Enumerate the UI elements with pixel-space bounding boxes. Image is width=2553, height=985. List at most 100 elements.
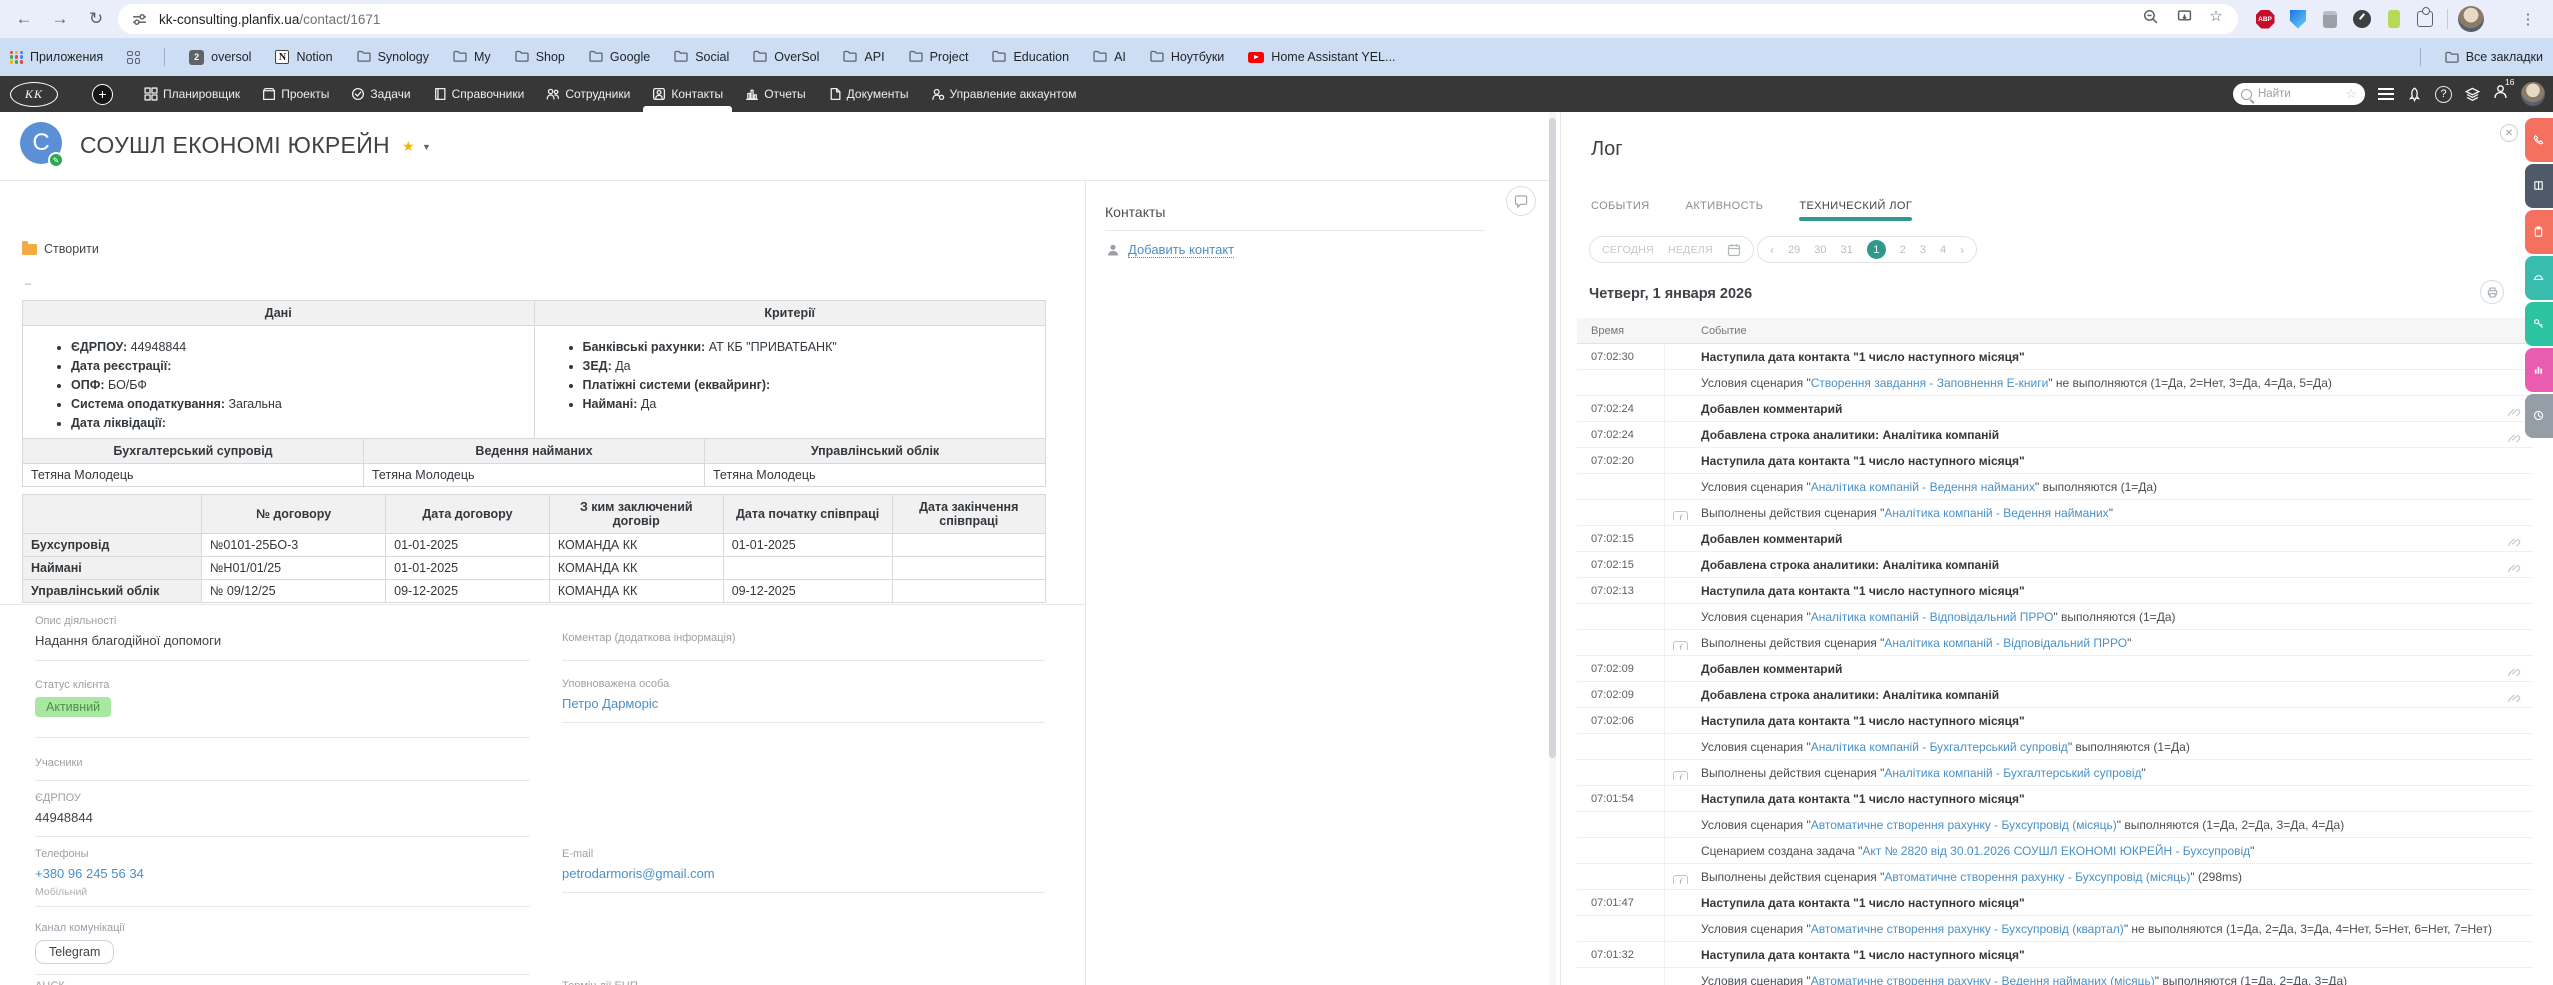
contracts-cell[interactable]: 09-12-2025 xyxy=(722,579,893,603)
bookmark-item-education[interactable]: Education xyxy=(992,50,1069,65)
rocket-icon[interactable] xyxy=(2407,86,2422,102)
log-link[interactable]: Автоматичне створення рахунку - Бухсупро… xyxy=(1884,870,2190,884)
bookmark-item-social[interactable]: Social xyxy=(674,50,729,65)
extension-green-icon[interactable] xyxy=(2381,6,2407,32)
log-link[interactable]: Створення завдання - Заповнення Е-книги xyxy=(1811,376,2049,390)
bookmark-star-icon[interactable]: ☆ xyxy=(2206,6,2226,26)
log-link[interactable]: Аналітика компаній - Ведення найманих xyxy=(1884,506,2108,520)
nav-item-projects[interactable]: Проекты xyxy=(251,76,340,112)
rail-helmet-tab[interactable] xyxy=(2525,256,2553,300)
nav-item-planner[interactable]: Планировщик xyxy=(133,76,251,112)
nav-item-book[interactable]: Справочники xyxy=(422,76,536,112)
contracts-cell[interactable]: 01-01-2025 xyxy=(722,533,893,557)
print-button[interactable] xyxy=(2480,280,2504,304)
bookmark-item-shop[interactable]: Shop xyxy=(515,50,565,65)
refresh-icon[interactable]: ↻ xyxy=(84,7,108,31)
filter-week[interactable]: НЕДЕЛЯ xyxy=(1668,244,1713,256)
extension-adblock-icon[interactable]: ABP xyxy=(2252,6,2278,32)
nav-item-account[interactable]: Управление аккаунтом xyxy=(920,76,1088,112)
contracts-cell[interactable] xyxy=(722,556,893,580)
title-dropdown-caret-icon[interactable]: ▼ xyxy=(422,142,431,152)
contracts-cell[interactable]: КОМАНДА КК xyxy=(548,533,724,557)
contracts-cell[interactable]: Управлінський облік xyxy=(21,579,203,603)
contracts-cell[interactable]: № 09/12/25 xyxy=(201,579,387,603)
bookmark-item-api[interactable]: API xyxy=(843,50,885,65)
filter-today[interactable]: СЕГОДНЯ xyxy=(1602,244,1654,256)
log-tab-1[interactable]: СОБЫТИЯ xyxy=(1591,200,1650,221)
url-text[interactable]: kk-consulting.planfix.ua/contact/1671 xyxy=(159,12,380,27)
site-settings-icon[interactable] xyxy=(132,12,147,27)
bookmark-item-oversol[interactable]: OverSol xyxy=(753,50,819,65)
search-star-icon[interactable]: ☆ xyxy=(2345,86,2357,102)
log-link[interactable]: Автоматичне створення рахунку - Бухсупро… xyxy=(1811,818,2117,832)
status-badge[interactable]: Активний xyxy=(35,697,112,717)
contracts-cell[interactable]: КОМАНДА КК xyxy=(548,579,724,603)
extension-jar-icon[interactable] xyxy=(2317,6,2343,32)
attachment-icon[interactable] xyxy=(2508,667,2521,676)
authorized-person-link[interactable]: Петро Дарморіс xyxy=(562,696,658,711)
global-search-input[interactable]: Найти ☆ xyxy=(2233,83,2365,105)
nav-item-doc[interactable]: Документы xyxy=(817,76,920,112)
log-link[interactable]: Автоматичне створення рахунку - Бухсупро… xyxy=(1811,922,2124,936)
create-button[interactable]: Створити xyxy=(22,240,99,256)
bookmark-item-home-assistant-yel-[interactable]: Home Assistant YEL... xyxy=(1248,50,1395,64)
employees-counter-icon[interactable]: 16 xyxy=(2493,77,2514,104)
log-link[interactable]: Аналітика компаній - Відповідальний ПРРО xyxy=(1811,610,2054,624)
log-link[interactable]: Аналітика компаній - Відповідальний ПРРО xyxy=(1884,636,2127,650)
forward-icon[interactable]: → xyxy=(48,7,72,31)
log-link[interactable]: Акт № 2820 від 30.01.2026 СОУШЛ ЕКОНОМІ … xyxy=(1862,844,2250,858)
rail-phone-tab[interactable] xyxy=(2525,118,2553,162)
nav-item-chart[interactable]: Отчеты xyxy=(734,76,816,112)
contracts-cell[interactable] xyxy=(891,533,1046,557)
log-link[interactable]: Аналітика компаній - Бухгалтерський супр… xyxy=(1811,740,2068,754)
planfix-logo[interactable]: KK xyxy=(10,81,58,107)
pagination-page-30[interactable]: 30 xyxy=(1814,244,1826,256)
extensions-puzzle-icon[interactable] xyxy=(2412,6,2438,32)
log-link[interactable]: Аналітика компаній - Бухгалтерський супр… xyxy=(1884,766,2141,780)
contracts-cell[interactable]: №0101-25БО-3 xyxy=(201,533,387,557)
bookmark-item-notion[interactable]: N Notion xyxy=(275,50,333,64)
attachment-icon[interactable] xyxy=(2508,407,2521,416)
team-cell[interactable]: Тетяна Молодець xyxy=(363,463,705,487)
contracts-cell[interactable]: Наймані xyxy=(21,556,203,580)
help-icon[interactable]: ? xyxy=(2435,85,2452,103)
bookmark-item-my[interactable]: My xyxy=(453,50,491,65)
bookmark-item-ai[interactable]: AI xyxy=(1093,50,1126,65)
log-tab-2[interactable]: АКТИВНОСТЬ xyxy=(1686,200,1764,221)
contracts-cell[interactable]: 01-01-2025 xyxy=(385,533,550,557)
log-link[interactable]: Автоматичне створення рахунку - Ведення … xyxy=(1811,974,2155,985)
contact-edit-badge-icon[interactable]: ✎ xyxy=(48,152,64,168)
nav-item-tasks[interactable]: Задачи xyxy=(340,76,421,112)
comment-bubble-button[interactable] xyxy=(1506,186,1536,216)
user-avatar[interactable] xyxy=(2521,82,2545,106)
bookmark-item-oversol[interactable]: 2 oversol xyxy=(189,49,251,65)
pagination-page-1[interactable]: 1 xyxy=(1866,240,1886,259)
pagination-page-29[interactable]: 29 xyxy=(1788,244,1800,256)
rail-key-tab[interactable] xyxy=(2525,302,2553,346)
pagination-page-2[interactable]: 2 xyxy=(1900,244,1906,256)
extension-speedtest-icon[interactable] xyxy=(2349,6,2375,32)
all-bookmarks-button[interactable]: Все закладки xyxy=(2445,50,2543,64)
nav-item-users[interactable]: Сотрудники xyxy=(535,76,641,112)
phone-link[interactable]: +380 96 245 56 34 xyxy=(35,866,144,881)
quick-add-button[interactable]: + xyxy=(92,83,113,105)
attachment-icon[interactable] xyxy=(2508,563,2521,572)
attachment-icon[interactable] xyxy=(2508,693,2521,702)
log-tab-3[interactable]: ТЕХНИЧЕСКИЙ ЛОГ xyxy=(1799,200,1913,221)
rail-clipboard-tab[interactable] xyxy=(2525,210,2553,254)
collapse-dash[interactable]: – xyxy=(25,278,31,290)
calendar-icon[interactable] xyxy=(1727,243,1741,257)
rail-board-tab[interactable] xyxy=(2525,164,2553,208)
description-value[interactable]: Надання благодійної допомоги xyxy=(35,633,221,648)
log-link[interactable]: Аналітика компаній - Ведення найманих xyxy=(1811,480,2035,494)
pagination-prev-icon[interactable]: ‹ xyxy=(1770,243,1774,257)
favorite-star-icon[interactable]: ★ xyxy=(402,138,415,155)
url-bar[interactable]: kk-consulting.planfix.ua/contact/1671 xyxy=(118,4,2238,34)
pagination-page-4[interactable]: 4 xyxy=(1940,244,1946,256)
pagination-next-icon[interactable]: › xyxy=(1960,243,1964,257)
contracts-cell[interactable]: Бухсупровід xyxy=(21,533,203,557)
contracts-cell[interactable] xyxy=(891,556,1046,580)
menu-icon[interactable] xyxy=(2378,88,2394,100)
contracts-cell[interactable]: 09-12-2025 xyxy=(385,579,550,603)
scrollbar-thumb[interactable] xyxy=(1549,118,1556,758)
